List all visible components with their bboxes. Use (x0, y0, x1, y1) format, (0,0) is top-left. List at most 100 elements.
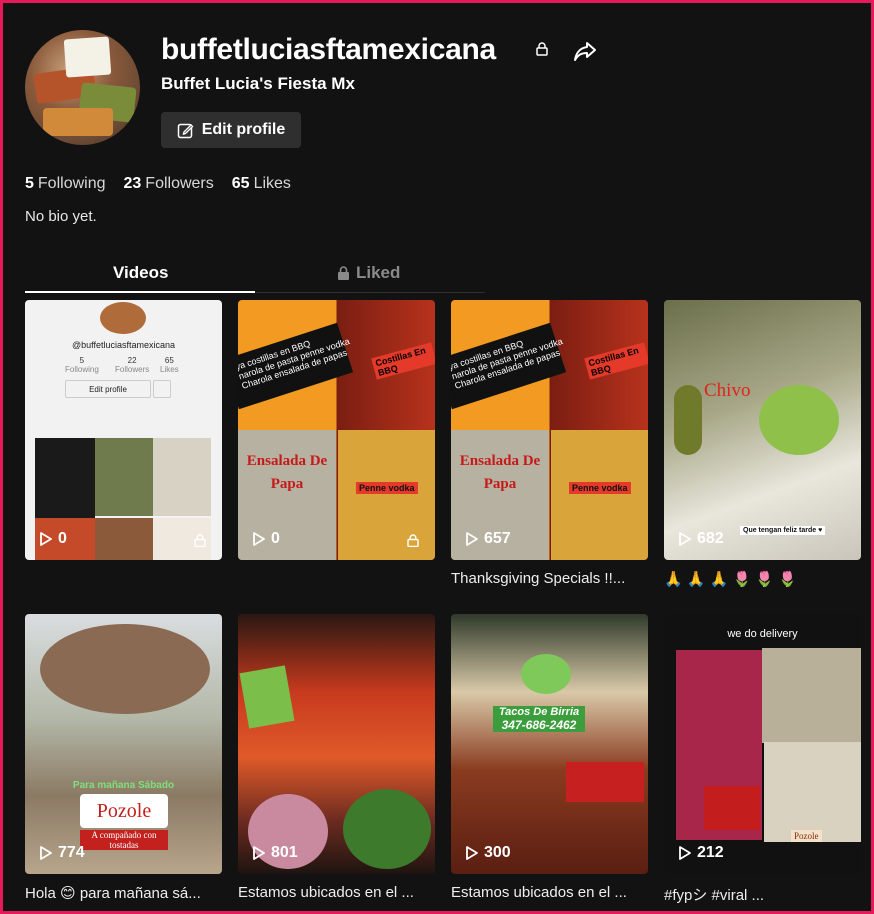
video-thumbnail[interactable]: we do delivery Pozole 212 (664, 614, 861, 874)
profile-bio: No bio yet. (25, 208, 97, 225)
thumb-photo (764, 742, 861, 842)
avatar-food-tray (43, 108, 113, 136)
tab-liked-label: Liked (356, 263, 401, 282)
view-count-value: 657 (484, 530, 511, 547)
tab-active-indicator (25, 291, 255, 293)
thumb-photo (338, 430, 435, 560)
thumb-menu-text: ya costillas en BBQ narola de pasta penn… (238, 322, 354, 410)
thumb-stat-value: 65 (164, 356, 174, 365)
thumb-meat (40, 624, 210, 714)
edit-icon (177, 123, 194, 138)
thumb-pozole-label: Pozole (791, 830, 822, 842)
view-count: 0 (40, 530, 67, 548)
lock-icon (194, 534, 206, 547)
video-thumbnail[interactable]: Tacos De Birria 347-686-2462 300 (451, 614, 648, 874)
video-card[interactable]: Para mañana Sábado Pozole A compañado co… (25, 614, 222, 902)
thumb-costillas-label: Costillas En BBQ (584, 342, 648, 380)
edit-profile-button[interactable]: Edit profile (161, 112, 301, 148)
stat-followers[interactable]: 23 Followers (124, 175, 214, 193)
thumb-stat-label: Followers (115, 365, 150, 374)
lock-icon (338, 266, 349, 280)
view-count-value: 212 (697, 844, 724, 861)
tab-videos[interactable]: Videos (113, 263, 168, 283)
thumb-stat-value: 22 (127, 356, 137, 365)
thumb-stat-value: 5 (79, 356, 85, 365)
play-icon (466, 532, 478, 546)
video-thumbnail[interactable]: Chivo Que tengan feliz tarde ♥ 682 (664, 300, 861, 560)
view-count-value: 300 (484, 844, 511, 861)
video-thumbnail[interactable]: ya costillas en BBQ narola de pasta penn… (451, 300, 648, 560)
avatar-note (63, 36, 112, 78)
video-caption[interactable]: Estamos ubicados en el ... (238, 884, 435, 901)
thumb-stat-label: Following (65, 365, 99, 374)
video-card[interactable]: @buffetluciasftamexicana 5 Following 22 Fo… (25, 300, 222, 560)
video-caption[interactable]: #fypシ #viral ... (664, 884, 861, 905)
thumb-salsa (759, 385, 839, 455)
stat-likes: 65 Likes (231, 175, 291, 192)
thumb-sticker (566, 762, 644, 802)
thumb-avatar (100, 302, 146, 334)
video-card[interactable]: we do delivery Pozole 212 #fypシ #viral .… (664, 614, 861, 905)
profile-username: buffetluciasftamexicana (161, 33, 496, 66)
thumb-mini (35, 438, 95, 530)
thumb-tacos-title: Tacos De Birria (498, 706, 580, 718)
view-count: 212 (679, 844, 724, 862)
video-caption[interactable]: 🙏 🙏 🙏 🌷 🌷 🌷 (664, 570, 861, 588)
thumb-tacos-phone: 347-686-2462 (501, 718, 577, 732)
thumb-tarde-label: Que tengan feliz tarde ♥ (740, 526, 826, 535)
video-card[interactable]: Chivo Que tengan feliz tarde ♥ 682 🙏 🙏 🙏… (664, 300, 861, 588)
video-thumbnail[interactable]: 801 (238, 614, 435, 874)
video-caption[interactable]: Estamos ubicados en el ... (451, 884, 648, 901)
thumb-delivery-label: we do delivery (727, 628, 798, 640)
share-icon[interactable] (573, 40, 597, 62)
thumb-stat-label: Likes (160, 365, 179, 374)
video-card[interactable]: ya costillas en BBQ narola de pasta penn… (451, 300, 648, 587)
thumb-cilantro (343, 789, 431, 869)
video-thumbnail[interactable]: @buffetluciasftamexicana 5 Following 22 Fo… (25, 300, 222, 560)
thumb-chivo-label: Chivo (704, 380, 751, 401)
view-count-value: 0 (58, 530, 67, 547)
play-icon (253, 532, 265, 546)
thumb-stat: 22 Followers (115, 356, 149, 374)
profile-nickname: Buffet Lucia's Fiesta Mx (161, 74, 355, 93)
view-count-value: 682 (697, 530, 724, 547)
tab-liked[interactable]: Liked (337, 263, 400, 283)
stat-following[interactable]: 5 Following (25, 175, 106, 193)
thumb-stat: 5 Following (65, 356, 99, 374)
thumb-sticker (239, 665, 295, 729)
thumb-penne-label: Penne vodka (569, 482, 631, 494)
thumb-ensalada-label: Ensalada De Papa (459, 453, 541, 492)
view-count-value: 774 (58, 844, 85, 861)
thumb-dropdown (153, 380, 171, 398)
profile-avatar[interactable] (25, 30, 140, 145)
view-count: 682 (679, 530, 724, 548)
edit-profile-label: Edit profile (201, 121, 286, 138)
view-count: 657 (466, 530, 511, 548)
thumb-ensalada-label: Ensalada De Papa (246, 453, 328, 492)
view-count: 801 (253, 844, 298, 862)
thumb-handle: @buffetluciasftamexicana (71, 340, 176, 350)
lock-icon (536, 42, 548, 56)
video-card[interactable]: 801 Estamos ubicados en el ... (238, 614, 435, 901)
thumb-edit-button: Edit profile (65, 380, 151, 398)
play-icon (40, 846, 52, 860)
view-count: 0 (253, 530, 280, 548)
lock-icon (407, 534, 419, 547)
video-card[interactable]: ya costillas en BBQ narola de pasta penn… (238, 300, 435, 560)
video-card[interactable]: Tacos De Birria 347-686-2462 300 Estamos… (451, 614, 648, 901)
thumb-penne-label: Penne vodka (356, 482, 418, 494)
thumb-photo (551, 430, 648, 560)
thumb-sticker (704, 786, 760, 830)
video-thumbnail[interactable]: Para mañana Sábado Pozole A compañado co… (25, 614, 222, 874)
thumb-mini (95, 438, 153, 516)
video-caption[interactable]: Hola 😊 para mañana sá... (25, 884, 222, 902)
play-icon (466, 846, 478, 860)
play-icon (679, 532, 691, 546)
view-count-value: 0 (271, 530, 280, 547)
view-count: 300 (466, 844, 511, 862)
thumb-manana-label: Para mañana Sábado (72, 780, 175, 791)
play-icon (679, 846, 691, 860)
video-thumbnail[interactable]: ya costillas en BBQ narola de pasta penn… (238, 300, 435, 560)
play-icon (40, 532, 52, 546)
video-caption[interactable]: Thanksgiving Specials !!... (451, 570, 648, 587)
